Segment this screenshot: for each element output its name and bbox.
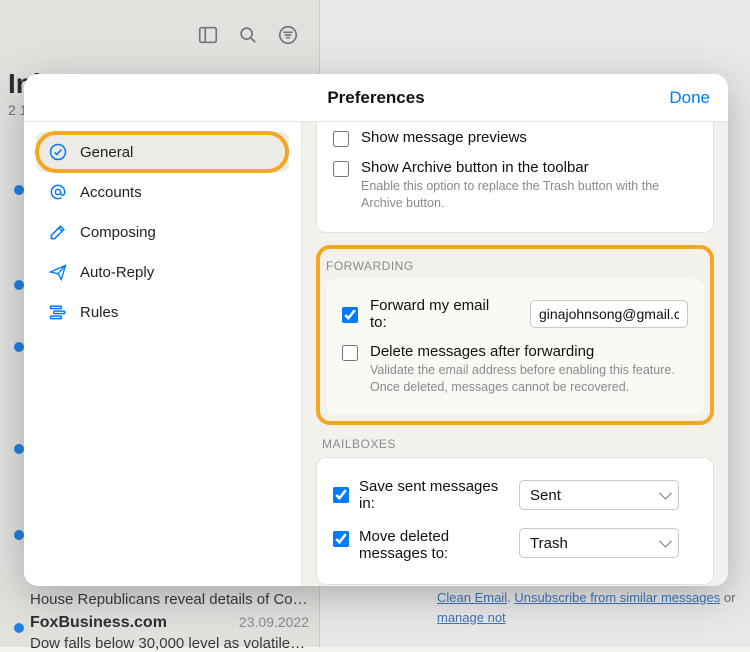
- done-button[interactable]: Done: [669, 88, 710, 108]
- trash-mailbox-select[interactable]: Trash: [519, 528, 679, 558]
- preferences-sidebar: General Accounts Composing Auto-Reply: [24, 122, 302, 586]
- delete-after-checkbox[interactable]: [342, 345, 358, 361]
- forwarding-highlight: FORWARDING Forward my email to: Delete m…: [316, 245, 714, 426]
- sidebar-item-label: Accounts: [80, 184, 142, 201]
- search-icon[interactable]: [237, 24, 259, 46]
- modal-title: Preferences: [327, 88, 424, 108]
- help-text: Enable this option to replace the Trash …: [361, 178, 697, 212]
- sidebar-item-composing[interactable]: Composing: [36, 212, 289, 252]
- sidebar-item-label: Auto-Reply: [80, 264, 154, 281]
- footer-link-unsubscribe[interactable]: Unsubscribe from similar messages: [514, 590, 720, 605]
- left-toolbar: [0, 0, 319, 70]
- mailboxes-card: Save sent messages in: Sent Move deleted…: [316, 457, 714, 585]
- unread-dot: [14, 185, 24, 195]
- preferences-content: servers. Show message previews Show Arch…: [302, 122, 728, 586]
- sidebar-item-general[interactable]: General: [36, 132, 289, 172]
- section-label-mailboxes: MAILBOXES: [322, 437, 714, 451]
- save-sent-checkbox[interactable]: [333, 487, 349, 503]
- unread-dot: [14, 530, 24, 540]
- identity-card: servers. Show message previews Show Arch…: [316, 122, 714, 233]
- sidebar-item-label: Rules: [80, 304, 118, 321]
- row-title: Move deleted messages to:: [359, 528, 509, 562]
- sidebar-item-label: General: [80, 144, 133, 161]
- modal-header: Preferences Done: [24, 74, 728, 122]
- move-deleted-checkbox[interactable]: [333, 531, 349, 547]
- sidebar-item-label: Composing: [80, 224, 156, 241]
- sidebar-item-accounts[interactable]: Accounts: [36, 172, 289, 212]
- forwarding-card: Forward my email to: Delete messages aft…: [326, 279, 704, 416]
- footer-link-manage[interactable]: manage not: [437, 610, 506, 625]
- row-title: Forward my email to:: [370, 297, 510, 331]
- row-title: Delete messages after forwarding: [370, 343, 688, 360]
- compose-icon: [48, 222, 68, 242]
- filter-icon[interactable]: [277, 24, 299, 46]
- message-date: 23.09.2022: [239, 614, 309, 630]
- rules-icon: [48, 302, 68, 322]
- sidebar-item-rules[interactable]: Rules: [36, 292, 289, 332]
- show-previews-checkbox[interactable]: [333, 131, 349, 147]
- checkmark-circle-icon: [48, 142, 68, 162]
- message-subject: Dow falls below 30,000 level as volatile…: [30, 635, 309, 652]
- save-sent-row: Save sent messages in: Sent: [333, 470, 697, 520]
- forward-enable-checkbox[interactable]: [342, 307, 358, 323]
- unread-dot: [14, 280, 24, 290]
- row-title: Show Archive button in the toolbar: [361, 159, 697, 176]
- move-deleted-row: Move deleted messages to: Trash: [333, 520, 697, 570]
- show-archive-row[interactable]: Show Archive button in the toolbar Enabl…: [333, 153, 697, 218]
- sent-mailbox-select[interactable]: Sent: [519, 480, 679, 510]
- row-title: Save sent messages in:: [359, 478, 509, 512]
- footer-link-cleanemail[interactable]: Clean Email: [437, 590, 507, 605]
- unread-dot: [14, 623, 24, 633]
- airplane-icon: [48, 262, 68, 282]
- sidebar-toggle-icon[interactable]: [197, 24, 219, 46]
- unread-dot: [14, 444, 24, 454]
- forward-email-input[interactable]: [530, 300, 688, 328]
- delete-after-row: Delete messages after forwarding Validat…: [342, 337, 688, 402]
- show-archive-checkbox[interactable]: [333, 161, 349, 177]
- sidebar-item-autoreply[interactable]: Auto-Reply: [36, 252, 289, 292]
- at-sign-icon: [48, 182, 68, 202]
- section-label-forwarding: FORWARDING: [326, 259, 710, 273]
- row-title: Show message previews: [361, 129, 697, 146]
- help-text: Validate the email address before enabli…: [370, 362, 688, 396]
- preferences-modal: Preferences Done General Accounts Compo: [24, 74, 728, 586]
- show-previews-row[interactable]: Show message previews: [333, 123, 697, 153]
- list-item[interactable]: House Republicans reveal details of Comm…: [30, 588, 309, 608]
- forward-to-row: Forward my email to:: [342, 291, 688, 337]
- list-item[interactable]: FoxBusiness.com 23.09.2022 Dow falls bel…: [30, 614, 309, 652]
- unread-dot: [14, 342, 24, 352]
- message-subject: House Republicans reveal details of Comm…: [30, 591, 309, 608]
